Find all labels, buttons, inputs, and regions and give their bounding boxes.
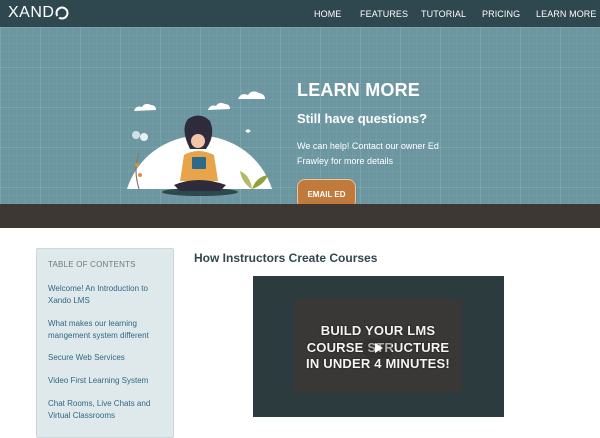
toc-item-secure-web-services[interactable]: Secure Web Services — [48, 352, 166, 364]
nav-pricing[interactable]: PRICING — [482, 9, 520, 19]
divider-band — [0, 204, 600, 228]
logo-text: XAND — [8, 4, 55, 21]
logo-o-icon — [55, 6, 69, 20]
toc-item-video-first[interactable]: Video First Learning System — [48, 375, 166, 387]
nav-tutorial[interactable]: TUTORIAL — [421, 9, 466, 19]
play-icon[interactable] — [364, 338, 392, 358]
illustration-person-reading — [122, 65, 282, 205]
video-thumb-line-1: BUILD YOUR LMS — [320, 323, 436, 338]
video-player[interactable]: BUILD YOUR LMS COURSE STRUCTURE IN UNDER… — [253, 276, 504, 417]
video-thumb-line-3: IN UNDER 4 MINUTES! — [306, 356, 450, 371]
table-of-contents: TABLE OF CONTENTS Welcome! An Introducti… — [36, 248, 174, 438]
hero-text: We can help! Contact our owner Ed Frawle… — [297, 141, 439, 166]
logo[interactable]: XAND — [8, 3, 69, 23]
hero-section: LEARN MORE Still have questions? We can … — [0, 27, 600, 209]
nav-learn-more[interactable]: LEARN MORE — [536, 9, 597, 19]
hero-subtitle: Still have questions? — [297, 111, 428, 126]
nav-home[interactable]: HOME — [314, 9, 341, 19]
toc-item-what-makes-different[interactable]: What makes our learning mangement system… — [48, 318, 166, 342]
toc-item-chat-rooms[interactable]: Chat Rooms, Live Chats and Virtual Class… — [48, 398, 166, 422]
hero-title: LEARN MORE — [297, 80, 420, 100]
toc-heading: TABLE OF CONTENTS — [48, 260, 136, 269]
toc-item-introduction[interactable]: Welcome! An Introduction to Xando LMS — [48, 283, 166, 307]
article-title: How Instructors Create Courses — [194, 251, 378, 265]
nav-features[interactable]: FEATURES — [360, 9, 408, 19]
top-navbar: XAND HOME FEATURES TUTORIAL PRICING LEAR… — [0, 0, 600, 27]
